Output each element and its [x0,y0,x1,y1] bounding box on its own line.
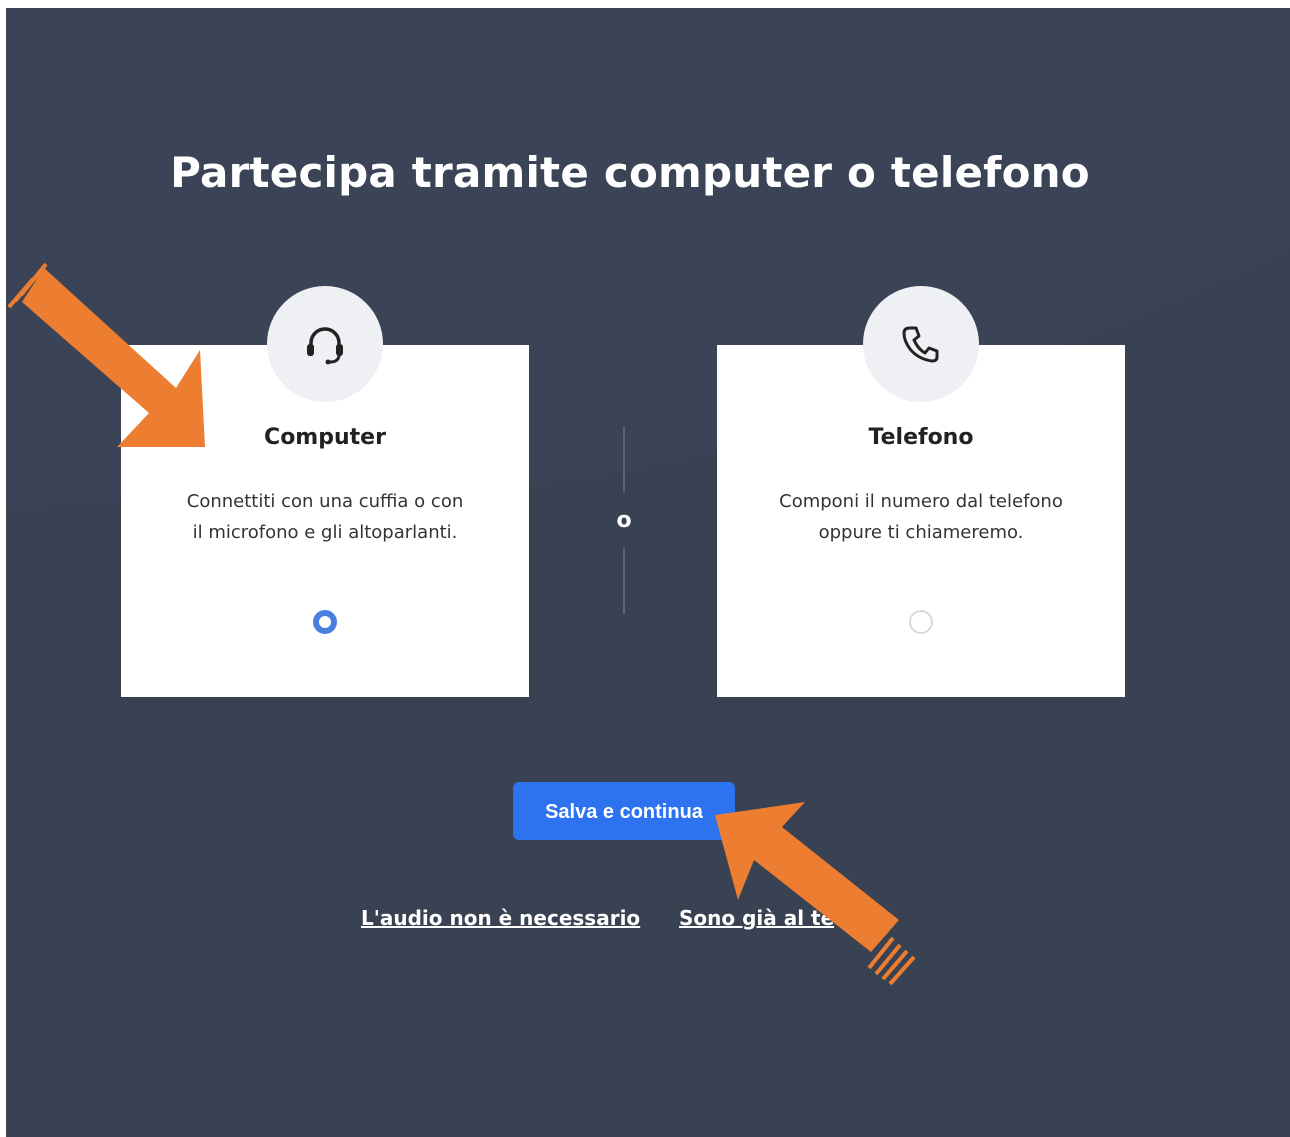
annotation-arrows [7,262,916,986]
annotation-arrow-button [715,802,916,986]
annotation-arrow-computer [7,262,205,447]
